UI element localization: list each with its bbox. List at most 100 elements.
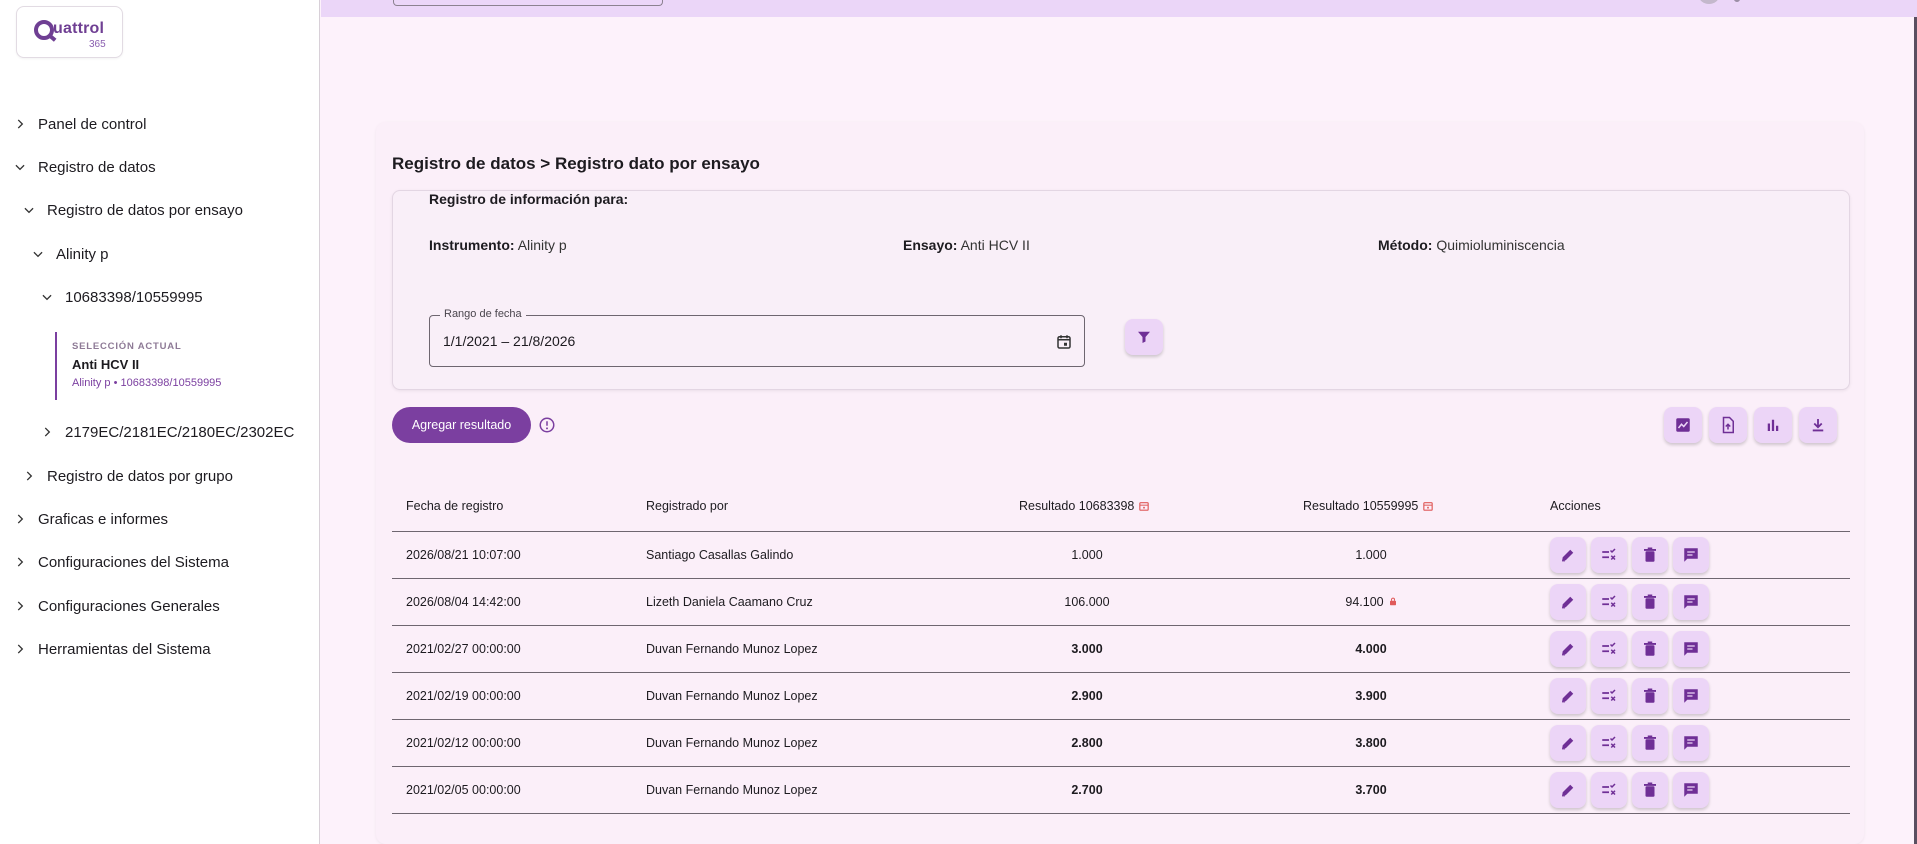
user-menu-icon[interactable] bbox=[1733, 0, 1741, 2]
chevron-right-icon bbox=[10, 552, 30, 572]
comment-button[interactable] bbox=[1673, 772, 1709, 808]
current-selection-title: Anti HCV II bbox=[72, 357, 140, 372]
sidebar-item-10683398[interactable]: 10683398/10559995 bbox=[37, 287, 203, 307]
table-header: Fecha de registro Registrado por Resulta… bbox=[392, 480, 1850, 532]
delete-button[interactable] bbox=[1632, 725, 1668, 761]
date-range-value[interactable]: 1/1/2021 – 21/8/2026 bbox=[443, 333, 575, 349]
column-header[interactable]: Registrado por bbox=[646, 499, 728, 513]
delete-button[interactable] bbox=[1632, 678, 1668, 714]
chevron-right-icon bbox=[37, 422, 57, 442]
search-input[interactable] bbox=[393, 0, 663, 6]
cell-result-2-value: 1.000 bbox=[1355, 548, 1387, 562]
sidebar-item-registro-por-ensayo[interactable]: Registro de datos por ensayo bbox=[19, 200, 243, 220]
edit-button[interactable] bbox=[1550, 678, 1586, 714]
column-header-result-2[interactable]: Resultado 10559995 bbox=[1303, 499, 1434, 513]
edit-button[interactable] bbox=[1550, 725, 1586, 761]
delete-button[interactable] bbox=[1632, 772, 1668, 808]
sidebar-item-alinity-p[interactable]: Alinity p bbox=[28, 244, 109, 264]
add-result-button[interactable]: Agregar resultado bbox=[392, 407, 531, 443]
sidebar-item-config-generales[interactable]: Configuraciones Generales bbox=[10, 596, 220, 616]
chart-line-button[interactable] bbox=[1664, 407, 1702, 443]
current-selection[interactable]: SELECCIÓN ACTUAL Anti HCV II Alinity p •… bbox=[55, 332, 265, 400]
table-row[interactable]: 2026/08/21 10:07:00 Santiago Casallas Gal… bbox=[392, 532, 1850, 579]
rule-button[interactable] bbox=[1591, 678, 1627, 714]
column-header[interactable]: Fecha de registro bbox=[406, 499, 503, 513]
delete-button[interactable] bbox=[1632, 537, 1668, 573]
rule-button[interactable] bbox=[1591, 537, 1627, 573]
date-range-field[interactable]: Rango de fecha 1/1/2021 – 21/8/2026 bbox=[429, 308, 1085, 367]
sidebar-item-label: Registro de datos por grupo bbox=[47, 467, 233, 485]
cell-result-1: 2.700 bbox=[1071, 783, 1103, 797]
column-header-result-1[interactable]: Resultado 10683398 bbox=[1019, 499, 1150, 513]
delete-button[interactable] bbox=[1632, 584, 1668, 620]
cell-result-2-value: 94.100 bbox=[1345, 595, 1384, 609]
comment-button[interactable] bbox=[1673, 678, 1709, 714]
edit-button[interactable] bbox=[1550, 631, 1586, 667]
cell-date: 2021/02/19 00:00:00 bbox=[406, 689, 521, 703]
table-row[interactable]: 2021/02/27 00:00:00 Duvan Fernando Munoz … bbox=[392, 626, 1850, 673]
method-field: Método: Quimioluminiscencia bbox=[1378, 237, 1565, 253]
upload-file-button[interactable] bbox=[1709, 407, 1747, 443]
rule-button[interactable] bbox=[1591, 772, 1627, 808]
chevron-right-icon bbox=[10, 114, 30, 134]
download-button[interactable] bbox=[1799, 407, 1837, 443]
date-range-label: Rango de fecha bbox=[440, 308, 526, 320]
logo[interactable]: uattrol 365 bbox=[16, 6, 123, 58]
upload-file-icon bbox=[1719, 416, 1737, 434]
sidebar-item-label: Configuraciones Generales bbox=[38, 597, 220, 615]
rule-button[interactable] bbox=[1591, 631, 1627, 667]
sidebar-item-herramientas[interactable]: Herramientas del Sistema bbox=[10, 639, 211, 659]
sidebar-item-graficas[interactable]: Graficas e informes bbox=[10, 509, 168, 529]
download-icon bbox=[1809, 416, 1827, 434]
calendar-icon bbox=[1139, 502, 1150, 511]
calendar-icon[interactable] bbox=[1052, 330, 1076, 354]
filter-icon bbox=[1135, 328, 1153, 346]
comment-icon bbox=[1682, 734, 1700, 752]
cell-date: 2021/02/27 00:00:00 bbox=[406, 642, 521, 656]
sidebar-item-2179ec[interactable]: 2179EC/2181EC/2180EC/2302EC bbox=[37, 422, 294, 442]
cell-date: 2026/08/04 14:42:00 bbox=[406, 595, 521, 609]
edit-button[interactable] bbox=[1550, 584, 1586, 620]
delete-icon bbox=[1641, 781, 1659, 799]
table-row[interactable]: 2021/02/19 00:00:00 Duvan Fernando Munoz … bbox=[392, 673, 1850, 720]
delete-button[interactable] bbox=[1632, 631, 1668, 667]
logo-mark bbox=[34, 20, 54, 40]
table-row[interactable]: 2021/02/12 00:00:00 Duvan Fernando Munoz … bbox=[392, 720, 1850, 767]
rule-button[interactable] bbox=[1591, 584, 1627, 620]
sidebar-item-registro-por-grupo[interactable]: Registro de datos por grupo bbox=[19, 466, 233, 486]
delete-icon bbox=[1641, 546, 1659, 564]
edit-icon bbox=[1559, 593, 1577, 611]
edit-button[interactable] bbox=[1550, 537, 1586, 573]
cell-result-1: 2.800 bbox=[1071, 736, 1103, 750]
rule-icon bbox=[1600, 781, 1618, 799]
avatar[interactable] bbox=[1699, 0, 1719, 4]
table-row[interactable]: 2026/08/04 14:42:00 Lizeth Daniela Caaman… bbox=[392, 579, 1850, 626]
sidebar-item-label: Panel de control bbox=[38, 115, 147, 133]
comment-button[interactable] bbox=[1673, 584, 1709, 620]
filter-button[interactable] bbox=[1125, 319, 1163, 355]
cell-result-2: 4.000 bbox=[1311, 642, 1431, 656]
rule-button[interactable] bbox=[1591, 725, 1627, 761]
edit-button[interactable] bbox=[1550, 772, 1586, 808]
cell-result-1: 2.900 bbox=[1071, 689, 1103, 703]
sidebar-item-panel-de-control[interactable]: Panel de control bbox=[10, 114, 146, 134]
cell-user: Duvan Fernando Munoz Lopez bbox=[646, 642, 818, 656]
comment-button[interactable] bbox=[1673, 725, 1709, 761]
comment-button[interactable] bbox=[1673, 537, 1709, 573]
info-icon[interactable] bbox=[538, 416, 556, 434]
bar-chart-button[interactable] bbox=[1754, 407, 1792, 443]
chevron-right-icon bbox=[10, 509, 30, 529]
table-row[interactable]: 2021/02/05 00:00:00 Duvan Fernando Munoz … bbox=[392, 767, 1850, 814]
sidebar-item-config-sistema[interactable]: Configuraciones del Sistema bbox=[10, 552, 229, 572]
chart-line-icon bbox=[1674, 416, 1692, 434]
comment-button[interactable] bbox=[1673, 631, 1709, 667]
rule-icon bbox=[1600, 546, 1618, 564]
instrument-field: Instrumento: Alinity p bbox=[429, 237, 567, 253]
bar-chart-icon bbox=[1764, 416, 1782, 434]
cell-result-2: 1.000 bbox=[1311, 548, 1431, 562]
sidebar-item-registro-de-datos[interactable]: Registro de datos bbox=[10, 157, 156, 177]
breadcrumb: Registro de datos > Registro dato por en… bbox=[392, 154, 760, 173]
main-card: Registro de datos > Registro dato por en… bbox=[376, 122, 1864, 844]
comment-icon bbox=[1682, 781, 1700, 799]
rule-icon bbox=[1600, 593, 1618, 611]
